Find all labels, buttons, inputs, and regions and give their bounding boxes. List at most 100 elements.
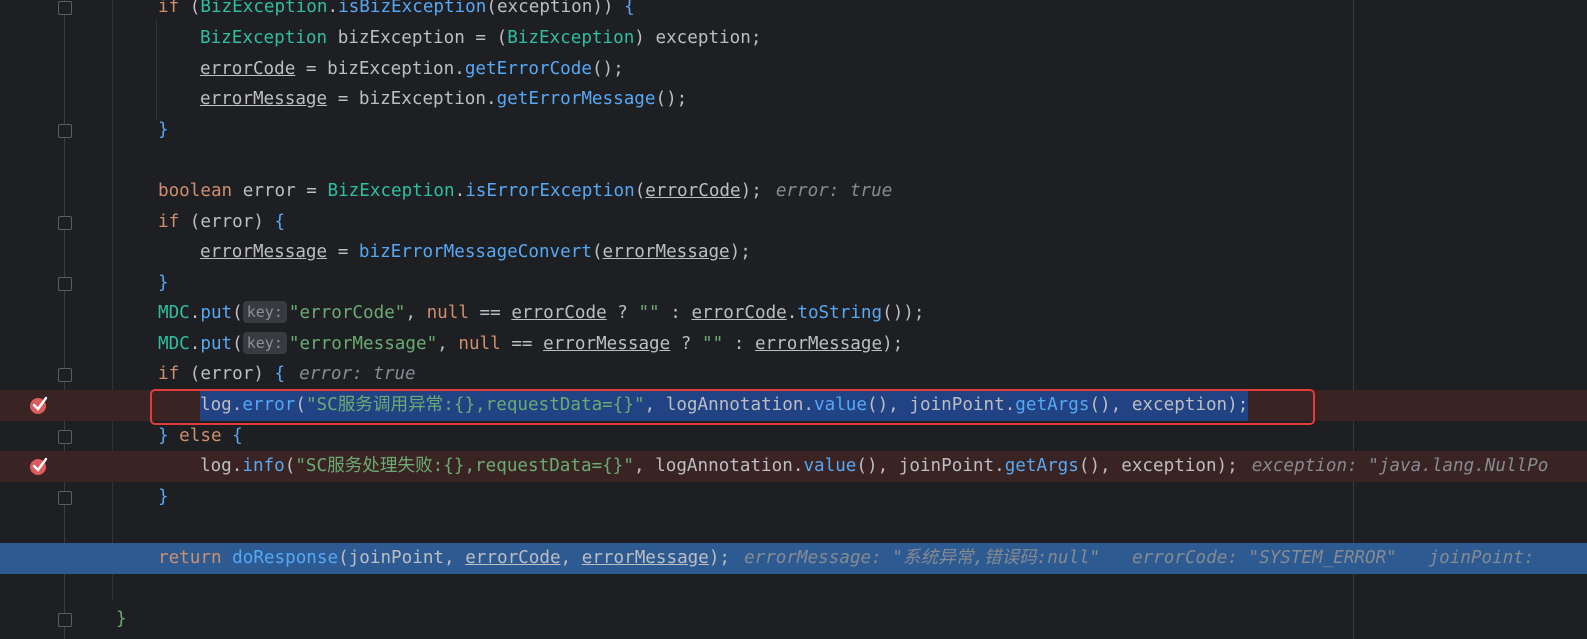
code-line[interactable] — [0, 512, 1587, 543]
code-token: (error) — [189, 364, 275, 384]
code-token: "errorCode" — [288, 303, 406, 323]
code-token: { — [274, 364, 286, 384]
code-token: info — [242, 456, 285, 476]
code-token: getErrorCode — [464, 59, 592, 79]
code-token: (error) — [189, 212, 275, 232]
code-line[interactable]: } — [0, 115, 1587, 146]
code-line[interactable]: BizException bizException = (BizExceptio… — [0, 23, 1587, 54]
code-text: if (error) {error: true — [158, 359, 416, 390]
code-token: } — [158, 426, 169, 446]
code-text: if (BizException.isBizException(exceptio… — [158, 0, 635, 23]
code-token: "" — [702, 334, 724, 354]
code-text: return doResponse(joinPoint, errorCode, … — [158, 543, 1545, 574]
fold-marker-icon[interactable] — [58, 491, 72, 505]
code-token: { — [624, 0, 635, 17]
breakpoint-line[interactable]: log.info("SC服务处理失败:{},requestData={}", l… — [0, 451, 1587, 482]
code-token: , — [405, 303, 427, 323]
code-token: null — [458, 334, 501, 354]
inline-debug-value: error: true — [775, 181, 893, 201]
code-token: MDC — [158, 303, 190, 323]
code-token: } — [158, 487, 169, 507]
code-token: MDC — [158, 334, 190, 354]
code-line[interactable]: if (BizException.isBizException(exceptio… — [0, 0, 1587, 23]
code-token: ( — [496, 28, 508, 48]
fold-marker-icon[interactable] — [58, 613, 72, 627]
code-token: ( — [284, 456, 296, 476]
code-token: (), exception); — [1078, 456, 1238, 476]
code-line[interactable]: boolean error = BizException.isErrorExce… — [0, 176, 1587, 207]
code-line[interactable] — [0, 145, 1587, 176]
fold-marker-icon[interactable] — [58, 216, 72, 230]
code-token: (), joinPoint. — [856, 456, 1005, 476]
code-token: error = — [232, 181, 328, 201]
code-token: "SC服务处理失败:{},requestData={}" — [295, 456, 634, 476]
code-text: } — [158, 115, 169, 146]
code-token: ( — [189, 0, 201, 17]
code-line[interactable]: MDC.put(key: "errorCode", null == errorCo… — [0, 298, 1587, 329]
code-token: errorCode — [200, 59, 296, 79]
code-token: ? — [670, 334, 702, 354]
code-token: BizException — [200, 0, 328, 17]
code-token: else — [168, 426, 233, 446]
code-token: put — [200, 303, 233, 323]
parameter-hint: key: — [242, 301, 287, 323]
inline-debug-value: error: true — [299, 364, 416, 384]
code-token: ); — [729, 242, 751, 262]
code-token: getArgs — [1004, 456, 1079, 476]
code-line[interactable]: } — [0, 482, 1587, 513]
code-token: = — [327, 242, 359, 262]
code-line[interactable]: if (error) { — [0, 207, 1587, 238]
code-line[interactable]: if (error) {error: true — [0, 359, 1587, 390]
code-line[interactable]: } — [0, 604, 1587, 635]
code-line[interactable]: } else { — [0, 421, 1587, 452]
code-token: errorCode — [465, 548, 561, 568]
code-token: BizException — [200, 28, 328, 48]
code-token: errorCode — [645, 181, 741, 201]
code-token: put — [200, 334, 233, 354]
execution-line[interactable]: return doResponse(joinPoint, errorCode, … — [0, 543, 1587, 574]
code-text: } else { — [158, 421, 243, 452]
fold-marker-icon[interactable] — [58, 277, 72, 291]
code-line[interactable]: errorCode = bizException.getErrorCode(); — [0, 54, 1587, 85]
code-token: log — [200, 456, 232, 476]
code-line[interactable]: errorMessage = bizException.getErrorMess… — [0, 84, 1587, 115]
code-token: ); — [740, 181, 762, 201]
code-token: : — [723, 334, 755, 354]
code-line[interactable]: MDC.put(key: "errorMessage", null == erro… — [0, 329, 1587, 360]
code-token: (); — [591, 59, 624, 79]
code-token: getErrorMessage — [496, 89, 656, 109]
code-token: . — [189, 303, 201, 323]
code-token: = bizException. — [295, 59, 465, 79]
code-token: ( — [232, 303, 243, 323]
code-token: , — [560, 548, 582, 568]
code-line[interactable]: errorMessage = bizErrorMessageConvert(er… — [0, 237, 1587, 268]
fold-marker-icon[interactable] — [58, 124, 72, 138]
code-token: ( — [486, 0, 497, 17]
breakpoint-checked-icon[interactable] — [29, 395, 49, 415]
code-token: errorMessage — [581, 548, 709, 568]
code-token: if — [158, 212, 190, 232]
code-token: BizException — [327, 181, 455, 201]
code-token: ( — [591, 242, 603, 262]
breakpoint-checked-icon[interactable] — [29, 456, 49, 476]
code-token: } — [116, 609, 127, 629]
code-line[interactable]: } — [0, 268, 1587, 299]
code-token: ); — [708, 548, 731, 568]
code-token: "errorMessage" — [288, 334, 438, 354]
code-text: if (error) { — [158, 207, 285, 238]
fold-marker-icon[interactable] — [58, 430, 72, 444]
code-token: exception — [496, 0, 593, 17]
fold-marker-icon[interactable] — [58, 368, 72, 382]
code-text: BizException bizException = (BizExceptio… — [200, 23, 761, 54]
code-token: (joinPoint, — [338, 548, 466, 568]
code-line[interactable] — [0, 573, 1587, 604]
code-token: errorMessage — [754, 334, 883, 354]
code-token: value — [803, 456, 857, 476]
code-token: isErrorException — [465, 181, 635, 201]
code-token: . — [231, 456, 243, 476]
fold-marker-icon[interactable] — [58, 1, 72, 15]
code-token: if — [158, 0, 190, 17]
code-token: BizException — [507, 28, 635, 48]
code-token: } — [158, 120, 169, 140]
code-token: ()); — [882, 303, 925, 323]
